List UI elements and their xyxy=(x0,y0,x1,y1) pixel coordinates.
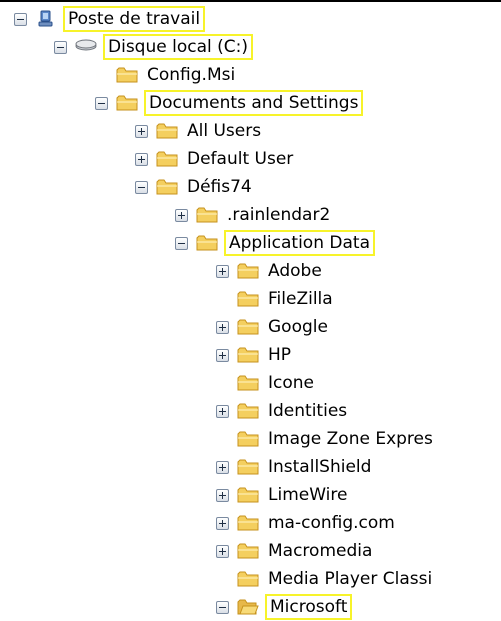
tree-item-rainlendar2[interactable]: .rainlendar2 xyxy=(175,201,333,229)
expand-icon[interactable] xyxy=(216,264,229,278)
tree-item-filezilla[interactable]: FileZilla xyxy=(216,285,336,313)
tree-item-documents-and-settings[interactable]: Documents and Settings xyxy=(95,89,364,117)
folder-icon xyxy=(237,346,259,364)
collapse-icon[interactable] xyxy=(135,180,148,194)
folder-icon xyxy=(237,542,259,560)
collapse-icon[interactable] xyxy=(14,12,27,26)
tree-item-label: Documents and Settings xyxy=(144,90,364,116)
tree-item-disque-local[interactable]: Disque local (C:) xyxy=(54,33,253,61)
tree-item-label: LimeWire xyxy=(268,485,348,505)
no-expander xyxy=(216,293,229,306)
tree-item-adobe[interactable]: Adobe xyxy=(216,257,325,285)
tree-item-ma-config[interactable]: ma-config.com xyxy=(216,509,398,537)
tree-item-label: InstallShield xyxy=(268,457,372,477)
computer-icon xyxy=(35,10,57,28)
no-expander xyxy=(216,573,229,586)
folder-icon xyxy=(237,430,259,448)
tree-item-identities[interactable]: Identities xyxy=(216,397,350,425)
no-expander xyxy=(95,69,108,82)
tree-item-defis74[interactable]: Défis74 xyxy=(135,173,255,201)
tree-item-label: .rainlendar2 xyxy=(227,205,331,225)
folder-open-icon xyxy=(237,598,259,616)
folder-icon xyxy=(237,486,259,504)
no-expander xyxy=(216,377,229,390)
tree-item-hp[interactable]: HP xyxy=(216,341,294,369)
expand-icon[interactable] xyxy=(135,152,148,166)
expand-icon[interactable] xyxy=(216,404,229,418)
expand-icon[interactable] xyxy=(216,320,229,334)
tree-item-label: Adobe xyxy=(268,261,322,281)
tree-item-label: Application Data xyxy=(224,230,375,256)
folder-icon xyxy=(237,570,259,588)
expand-icon[interactable] xyxy=(135,124,148,138)
tree-item-label: Macromedia xyxy=(268,541,373,561)
drive-icon xyxy=(75,38,97,56)
tree-item-label: Poste de travail xyxy=(63,6,206,32)
tree-item-all-users[interactable]: All Users xyxy=(135,117,264,145)
folder-icon xyxy=(116,66,138,84)
tree-item-google[interactable]: Google xyxy=(216,313,331,341)
folder-tree: Poste de travail Disque local (C:) Confi… xyxy=(0,0,501,621)
tree-item-limewire[interactable]: LimeWire xyxy=(216,481,350,509)
tree-item-label: Identities xyxy=(268,401,348,421)
tree-item-label: Config.Msi xyxy=(147,65,236,85)
folder-icon xyxy=(237,318,259,336)
collapse-icon[interactable] xyxy=(175,236,188,250)
tree-item-installshield[interactable]: InstallShield xyxy=(216,453,374,481)
tree-item-media-player-classic[interactable]: Media Player Classi xyxy=(216,565,435,593)
tree-item-label: Microsoft xyxy=(265,594,353,620)
tree-item-config-msi[interactable]: Config.Msi xyxy=(95,61,238,89)
expand-icon[interactable] xyxy=(216,348,229,362)
folder-icon xyxy=(237,402,259,420)
collapse-icon[interactable] xyxy=(95,96,108,110)
tree-item-label: All Users xyxy=(187,121,262,141)
tree-item-label: Icone xyxy=(268,373,314,393)
expand-icon[interactable] xyxy=(216,544,229,558)
tree-item-poste-de-travail[interactable]: Poste de travail xyxy=(14,5,206,33)
folder-icon xyxy=(156,150,178,168)
expand-icon[interactable] xyxy=(216,516,229,530)
tree-item-microsoft[interactable]: Microsoft xyxy=(216,593,353,621)
tree-item-icone[interactable]: Icone xyxy=(216,369,317,397)
tree-item-label: ma-config.com xyxy=(268,513,395,533)
tree-item-image-zone-express[interactable]: Image Zone Expres xyxy=(216,425,436,453)
folder-icon xyxy=(237,290,259,308)
tree-item-label: Google xyxy=(268,317,328,337)
expand-icon[interactable] xyxy=(175,208,188,222)
folder-icon xyxy=(237,374,259,392)
folder-icon xyxy=(237,514,259,532)
tree-item-label: FileZilla xyxy=(268,289,333,309)
folder-icon xyxy=(237,458,259,476)
folder-icon xyxy=(156,122,178,140)
collapse-icon[interactable] xyxy=(216,600,229,614)
no-expander xyxy=(216,433,229,446)
folder-icon xyxy=(237,262,259,280)
tree-item-default-user[interactable]: Default User xyxy=(135,145,296,173)
tree-item-label: Disque local (C:) xyxy=(103,34,253,60)
tree-item-label: Default User xyxy=(187,149,294,169)
tree-item-label: Media Player Classi xyxy=(268,569,433,589)
folder-icon xyxy=(116,94,138,112)
folder-icon xyxy=(196,234,218,252)
folder-icon xyxy=(156,178,178,196)
tree-item-application-data[interactable]: Application Data xyxy=(175,229,375,257)
tree-item-label: Image Zone Expres xyxy=(268,429,433,449)
tree-item-label: HP xyxy=(268,345,292,365)
tree-item-macromedia[interactable]: Macromedia xyxy=(216,537,375,565)
expand-icon[interactable] xyxy=(216,460,229,474)
expand-icon[interactable] xyxy=(216,488,229,502)
collapse-icon[interactable] xyxy=(54,40,67,54)
folder-icon xyxy=(196,206,218,224)
tree-item-label: Défis74 xyxy=(187,177,252,197)
